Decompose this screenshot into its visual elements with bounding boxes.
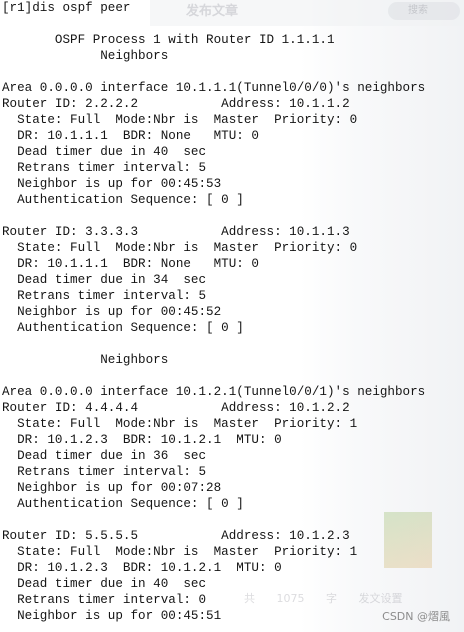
screenshot-page: 发布文章 搜索 共 1075 字 发文设置 [r1]dis ospf peer … <box>0 0 464 632</box>
terminal-line: Neighbor is up for 00:45:53 <box>2 177 222 191</box>
terminal-line: Router ID: 4.4.4.4 Address: 10.1.2.2 <box>2 401 350 415</box>
terminal-line: Dead timer due in 36 sec <box>2 449 207 463</box>
terminal-line: State: Full Mode:Nbr is Master Priority:… <box>2 545 358 559</box>
terminal-line: DR: 10.1.2.3 BDR: 10.1.2.1 MTU: 0 <box>2 433 282 447</box>
terminal-line: Retrans timer interval: 5 <box>2 289 207 303</box>
terminal-line: OSPF Process 1 with Router ID 1.1.1.1 <box>2 33 335 47</box>
terminal-line: Area 0.0.0.0 interface 10.1.1.1(Tunnel0/… <box>2 81 426 95</box>
terminal-line: Neighbor is up for 00:45:51 <box>2 609 222 623</box>
terminal-lines: [r1]dis ospf peer OSPF Process 1 with Ro… <box>2 0 425 624</box>
terminal-line: Router ID: 2.2.2.2 Address: 10.1.1.2 <box>2 97 350 111</box>
terminal-line: State: Full Mode:Nbr is Master Priority:… <box>2 113 358 127</box>
terminal-line: Neighbor is up for 00:07:28 <box>2 481 222 495</box>
terminal-line: DR: 10.1.2.3 BDR: 10.1.2.1 MTU: 0 <box>2 561 282 575</box>
terminal-line: Retrans timer interval: 5 <box>2 465 207 479</box>
terminal-line: Neighbors <box>2 49 169 63</box>
terminal-line: State: Full Mode:Nbr is Master Priority:… <box>2 417 358 431</box>
terminal-line: Router ID: 3.3.3.3 Address: 10.1.1.3 <box>2 225 350 239</box>
csdn-watermark: CSDN @熠風 <box>382 610 450 623</box>
terminal-line: Retrans timer interval: 0 <box>2 593 207 607</box>
terminal-line: Authentication Sequence: [ 0 ] <box>2 193 244 207</box>
terminal-line: Neighbor is up for 00:45:52 <box>2 305 222 319</box>
terminal-line: Router ID: 5.5.5.5 Address: 10.1.2.3 <box>2 529 350 543</box>
terminal-output: [r1]dis ospf peer OSPF Process 1 with Ro… <box>0 0 425 624</box>
terminal-line: State: Full Mode:Nbr is Master Priority:… <box>2 241 358 255</box>
terminal-line: Dead timer due in 40 sec <box>2 577 207 591</box>
terminal-line: Dead timer due in 34 sec <box>2 273 207 287</box>
terminal-line: Area 0.0.0.0 interface 10.1.2.1(Tunnel0/… <box>2 385 426 399</box>
terminal-line: Authentication Sequence: [ 0 ] <box>2 497 244 511</box>
terminal-line: Retrans timer interval: 5 <box>2 161 207 175</box>
terminal-line: DR: 10.1.1.1 BDR: None MTU: 0 <box>2 257 259 271</box>
terminal-line: Authentication Sequence: [ 0 ] <box>2 321 244 335</box>
terminal-line: Neighbors <box>2 353 169 367</box>
terminal-line: Dead timer due in 40 sec <box>2 145 207 159</box>
terminal-line: DR: 10.1.1.1 BDR: None MTU: 0 <box>2 129 259 143</box>
terminal-line: [r1]dis ospf peer <box>2 1 131 15</box>
